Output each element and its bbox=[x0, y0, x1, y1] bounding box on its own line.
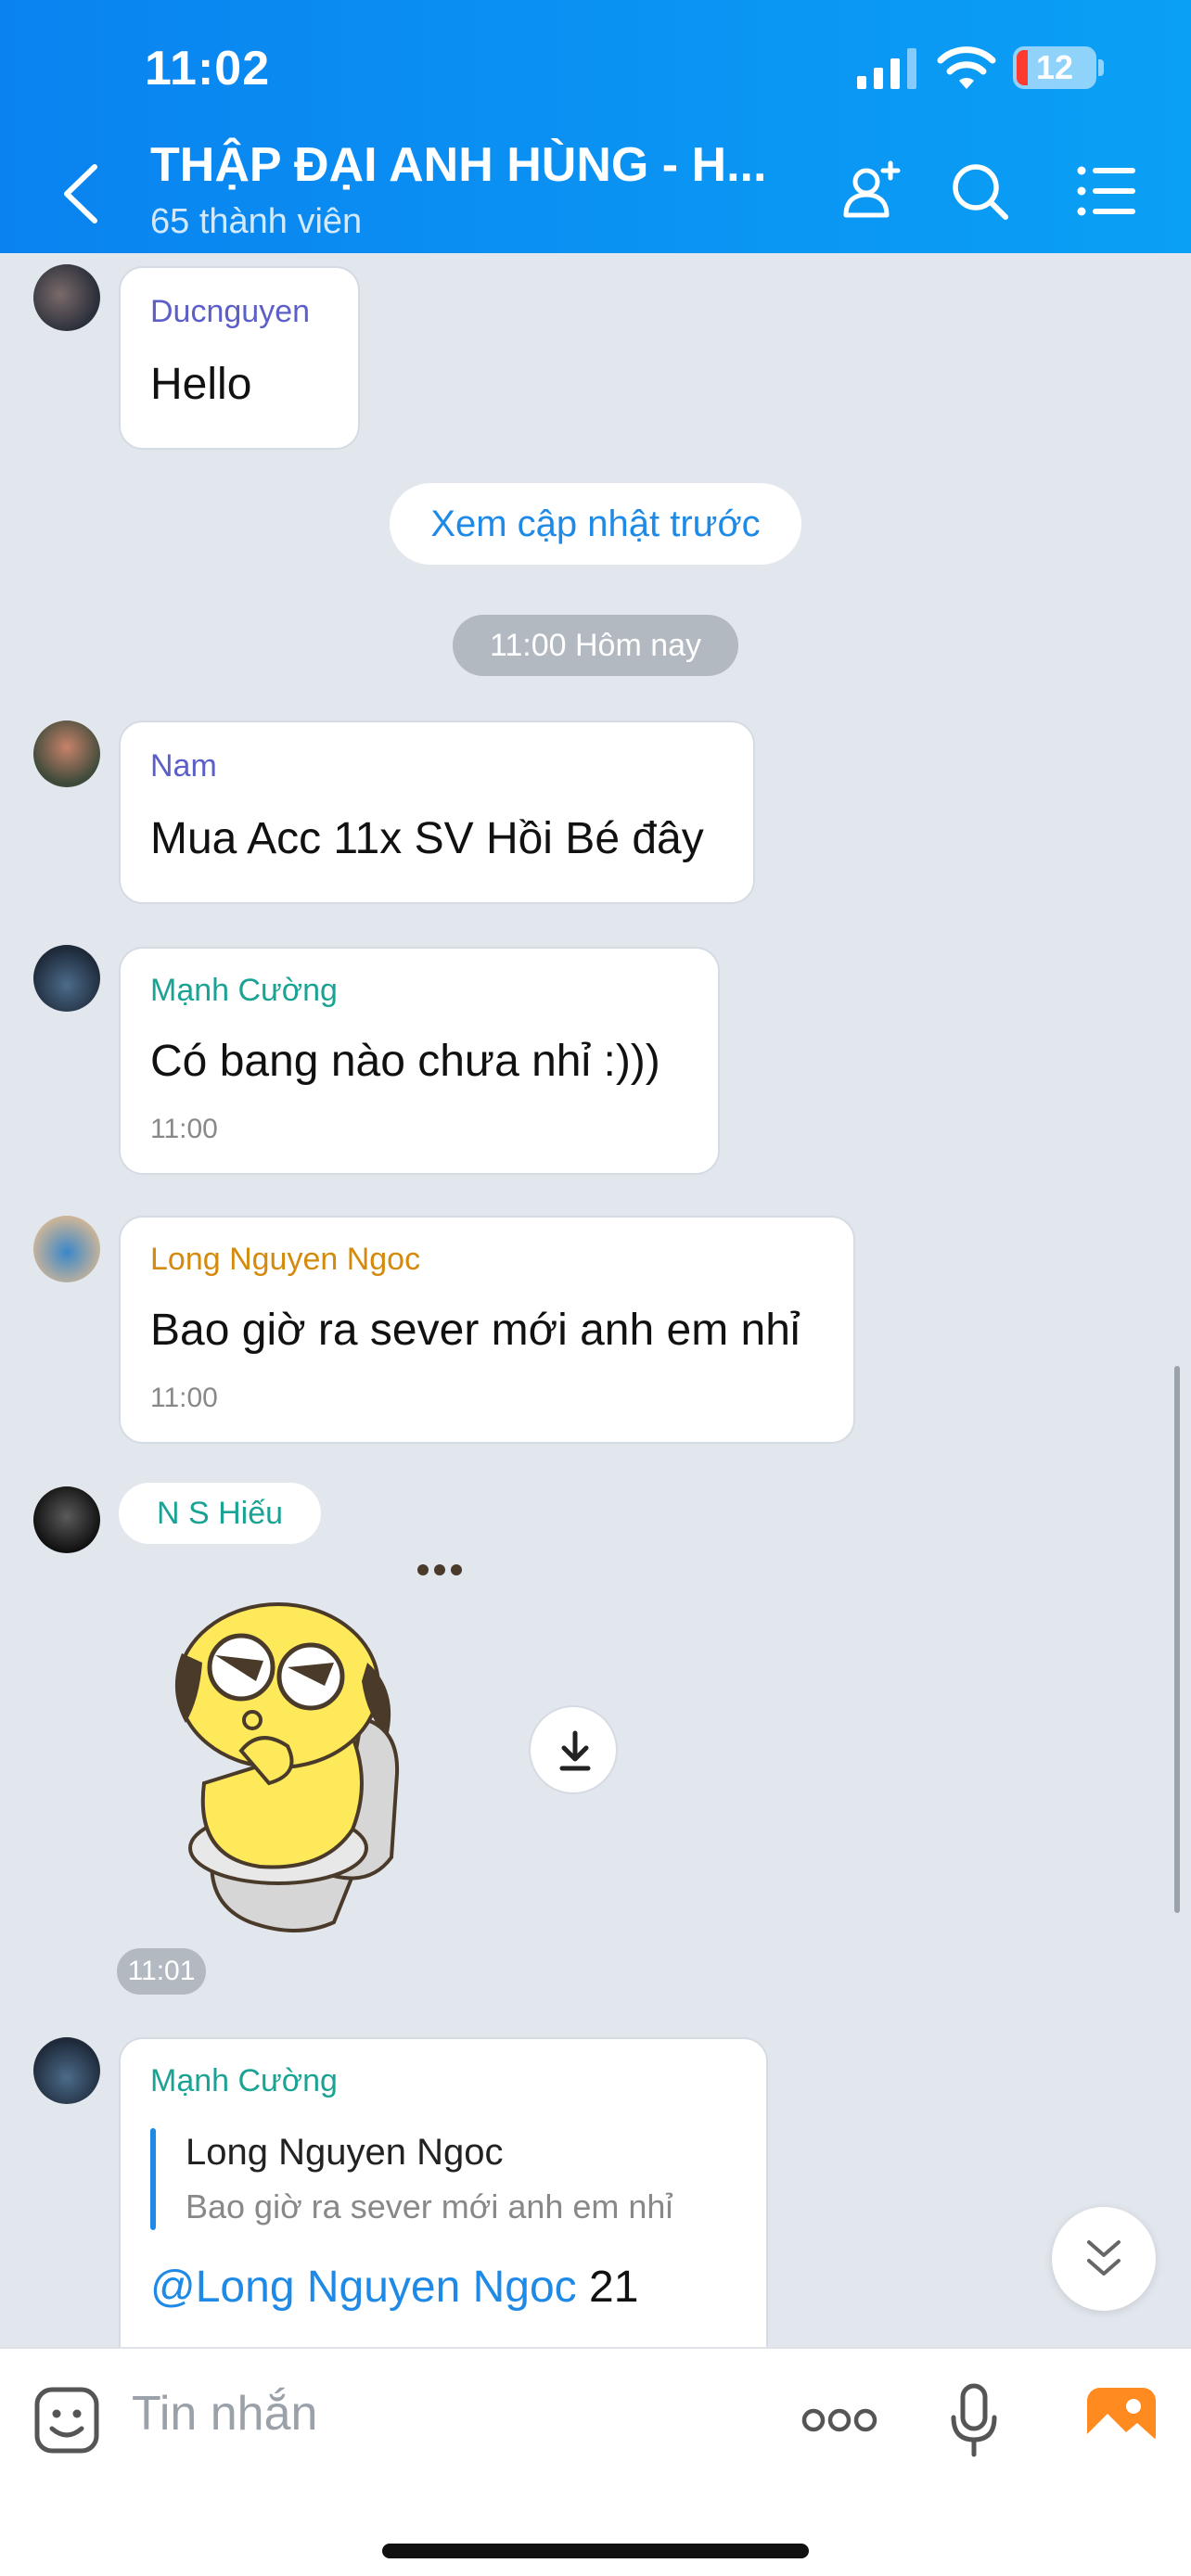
member-count: 65 thành viên bbox=[150, 202, 363, 241]
message-time: 11:00 bbox=[150, 1383, 218, 1413]
message-time: 11:01 bbox=[117, 1948, 206, 1995]
avatar[interactable] bbox=[33, 1216, 100, 1282]
message-text: Hello bbox=[150, 360, 252, 409]
status-time: 11:02 bbox=[145, 42, 271, 96]
cellular-signal-icon bbox=[857, 48, 916, 89]
avatar[interactable] bbox=[33, 264, 100, 331]
message-bubble[interactable]: Mạnh Cường Có bang nào chưa nhỉ :))) 11:… bbox=[119, 947, 720, 1175]
quote-bar bbox=[150, 2128, 156, 2230]
download-icon bbox=[559, 1730, 591, 1771]
sender-name[interactable]: Ducnguyen bbox=[150, 294, 310, 330]
message-bubble[interactable]: Nam Mua Acc 11x SV Hồi Bé đây bbox=[119, 721, 755, 904]
battery-level: 12 bbox=[1035, 48, 1074, 86]
photo-gallery-icon[interactable] bbox=[1085, 2386, 1158, 2451]
microphone-icon[interactable] bbox=[948, 2382, 1000, 2460]
sender-name[interactable]: Mạnh Cường bbox=[150, 973, 338, 1009]
message-text: Có bang nào chưa nhỉ :))) bbox=[150, 1037, 660, 1086]
avatar[interactable] bbox=[33, 945, 100, 1012]
sticker-image[interactable] bbox=[148, 1551, 482, 1941]
chat-header: 11:02 12 THẬP ĐẠI ANH HÙNG - H... 65 thà… bbox=[0, 0, 1191, 253]
menu-list-icon[interactable] bbox=[1074, 158, 1141, 224]
more-options-icon[interactable] bbox=[801, 2406, 877, 2434]
message-bubble[interactable]: Mạnh Cường Long Nguyen Ngoc Bao giờ ra s… bbox=[119, 2037, 768, 2347]
mention-link[interactable]: @Long Nguyen Ngoc bbox=[150, 2263, 577, 2312]
back-chevron-icon[interactable] bbox=[58, 161, 104, 226]
message-text-tail: 21 bbox=[576, 2263, 639, 2312]
avatar[interactable] bbox=[33, 2037, 100, 2104]
message-time: 11:00 bbox=[150, 1114, 218, 1144]
download-button[interactable] bbox=[529, 1705, 618, 1794]
sender-name[interactable]: Mạnh Cường bbox=[150, 2063, 338, 2099]
battery-icon: 12 bbox=[1013, 46, 1096, 89]
sender-name[interactable]: N S Hiếu bbox=[119, 1483, 321, 1544]
message-text: Bao giờ ra sever mới anh em nhỉ bbox=[150, 1306, 800, 1355]
scrollbar[interactable] bbox=[1174, 1366, 1180, 1913]
load-previous-button[interactable]: Xem cập nhật trước bbox=[390, 483, 801, 565]
message-composer: Tin nhắn bbox=[0, 2347, 1191, 2576]
message-bubble[interactable]: Long Nguyen Ngoc Bao giờ ra sever mới an… bbox=[119, 1216, 855, 1444]
avatar[interactable] bbox=[33, 721, 100, 787]
message-text: Mua Acc 11x SV Hồi Bé đây bbox=[150, 814, 704, 863]
sender-name[interactable]: Nam bbox=[150, 748, 217, 784]
avatar[interactable] bbox=[33, 1486, 100, 1553]
home-indicator bbox=[382, 2544, 809, 2558]
quote-text[interactable]: Bao giờ ra sever mới anh em nhỉ bbox=[186, 2187, 672, 2226]
sticker-emoji-icon[interactable] bbox=[33, 2386, 100, 2455]
message-text: @Long Nguyen Ngoc 21 bbox=[150, 2262, 638, 2313]
message-bubble[interactable]: Ducnguyen Hello bbox=[119, 266, 360, 450]
group-title[interactable]: THẬP ĐẠI ANH HÙNG - H... bbox=[150, 137, 781, 193]
add-member-icon[interactable] bbox=[839, 158, 905, 224]
quote-author[interactable]: Long Nguyen Ngoc bbox=[186, 2132, 503, 2174]
message-input[interactable]: Tin nhắn bbox=[132, 2386, 317, 2442]
date-divider: 11:00 Hôm nay bbox=[453, 615, 738, 676]
scroll-to-bottom-button[interactable] bbox=[1052, 2207, 1156, 2311]
double-chevron-down-icon bbox=[1087, 2240, 1121, 2276]
wifi-icon bbox=[937, 46, 996, 89]
sender-name[interactable]: Long Nguyen Ngoc bbox=[150, 1242, 420, 1278]
search-icon[interactable] bbox=[946, 158, 1013, 224]
message-list[interactable]: Ducnguyen Hello Xem cập nhật trước 11:00… bbox=[0, 253, 1191, 2347]
